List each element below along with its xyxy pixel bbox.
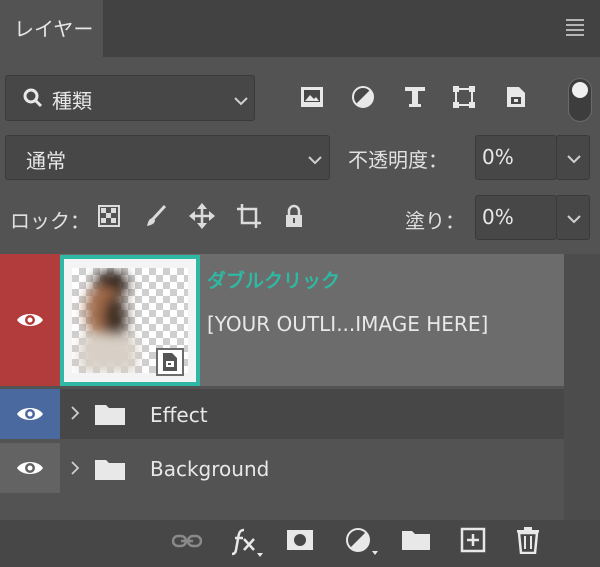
double-click-annotation: ダブルクリック [207, 270, 341, 292]
layer-visibility-toggle[interactable] [0, 443, 60, 493]
layer-thumbnail[interactable] [60, 255, 200, 386]
folder-icon [95, 460, 125, 480]
layer-row-background[interactable] [0, 443, 564, 493]
lock-all-padlock-icon[interactable] [279, 201, 309, 231]
fill-field[interactable]: 0% [475, 195, 557, 240]
tab-layers-label: レイヤー [14, 17, 94, 41]
panel-menu-icon[interactable] [564, 16, 586, 38]
eye-icon [17, 462, 43, 474]
blend-mode-dropdown[interactable]: 通常 [5, 135, 330, 180]
fill-value: 0% [482, 205, 514, 229]
chevron-down-icon [234, 97, 248, 106]
lock-position-move-icon[interactable] [187, 201, 217, 231]
delete-layer-trash-icon[interactable] [516, 526, 540, 554]
layer-name[interactable]: Background [150, 457, 269, 481]
blend-mode-value: 通常 [26, 149, 66, 173]
chevron-down-icon [308, 156, 322, 165]
layer-name[interactable]: Effect [150, 403, 208, 427]
eye-icon [17, 408, 43, 420]
new-group-folder-icon[interactable] [401, 529, 431, 551]
lock-transparent-pixels-icon[interactable] [94, 201, 124, 231]
filter-smart-objects-icon[interactable] [501, 82, 531, 112]
layer-visibility-toggle[interactable] [0, 389, 60, 439]
chevron-right-icon[interactable] [70, 460, 80, 476]
smart-object-badge-icon [156, 348, 184, 376]
new-layer-icon[interactable] [460, 527, 486, 553]
filter-toggle-switch[interactable] [568, 78, 592, 122]
magnifier-icon [23, 88, 43, 108]
layer-visibility-toggle[interactable] [0, 254, 60, 386]
opacity-dropdown-button[interactable] [556, 135, 590, 180]
lock-image-pixels-brush-icon[interactable] [141, 201, 171, 231]
chevron-down-icon [567, 215, 581, 224]
filter-adjustment-layers-icon[interactable] [348, 82, 378, 112]
filter-pixel-layers-icon[interactable] [297, 82, 327, 112]
new-adjustment-layer-icon[interactable] [345, 527, 379, 557]
lock-label: ロック： [10, 209, 90, 233]
filter-kind-dropdown[interactable]: 種類 [5, 75, 255, 121]
chevron-right-icon[interactable] [70, 405, 80, 421]
layer-row-effect[interactable] [0, 389, 564, 439]
fill-label: 塗り： [405, 209, 465, 233]
layer-name[interactable]: [YOUR OUTLI...IMAGE HERE] [207, 312, 488, 336]
filter-shape-layers-icon[interactable] [449, 82, 479, 112]
link-layers-icon[interactable] [172, 532, 202, 550]
layers-scrollbar[interactable] [564, 254, 600, 520]
fx-layer-style-icon[interactable] [230, 526, 264, 558]
lock-artboard-crop-icon[interactable] [234, 201, 264, 231]
eye-icon [17, 314, 43, 326]
filter-kind-label: 種類 [52, 89, 92, 113]
opacity-label: 不透明度： [348, 148, 448, 172]
opacity-value: 0% [482, 145, 514, 169]
thumbnail-portrait-image [80, 270, 140, 372]
opacity-field[interactable]: 0% [475, 135, 557, 180]
folder-icon [95, 405, 125, 425]
chevron-down-icon [567, 155, 581, 164]
filter-type-layers-icon[interactable] [400, 82, 430, 112]
add-mask-icon[interactable] [286, 529, 314, 551]
fill-dropdown-button[interactable] [556, 195, 590, 240]
